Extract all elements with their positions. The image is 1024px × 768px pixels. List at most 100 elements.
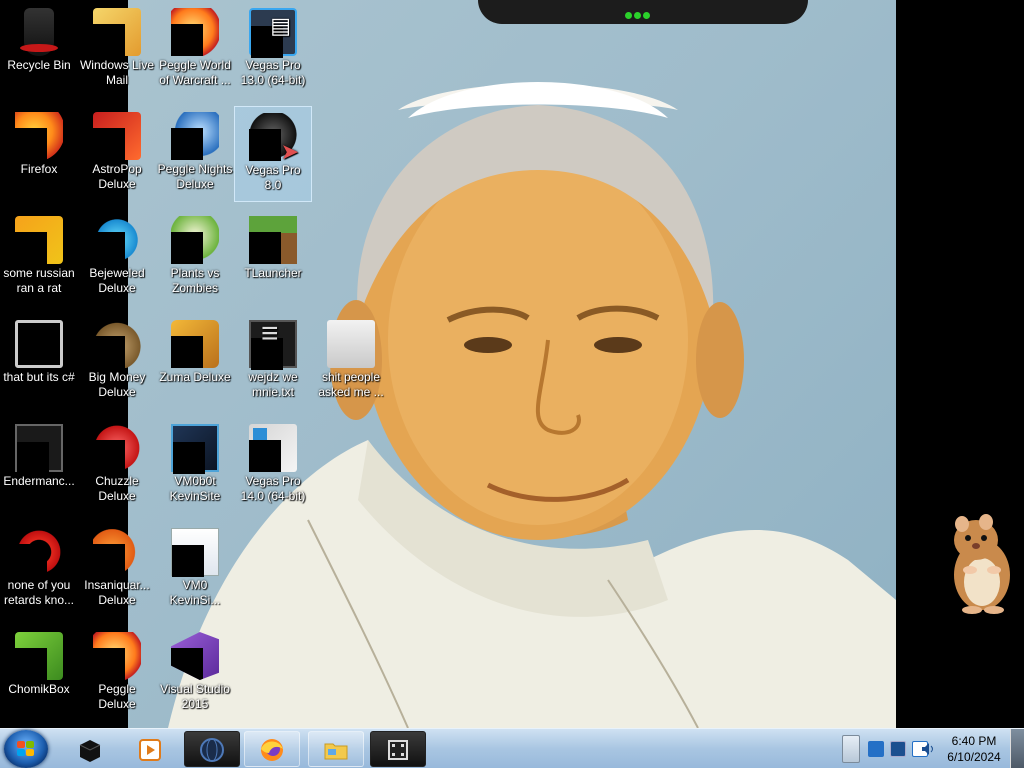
redaction-box	[249, 129, 281, 161]
desktop-icon-label: Vegas Pro 8.0	[245, 163, 301, 192]
top-gadget	[478, 0, 808, 24]
desktop-icon-label: shit people asked me ...	[318, 370, 384, 399]
taskbar: 6:40 PM 6/10/2024	[0, 728, 1024, 768]
redaction-box	[15, 544, 47, 576]
opera-icon	[15, 528, 63, 576]
redaction-box	[249, 232, 281, 264]
firefox-icon	[261, 739, 283, 761]
taskbar-clock[interactable]: 6:40 PM 6/10/2024	[934, 733, 1014, 765]
windows-live-mail-icon	[93, 8, 141, 56]
desktop-icon[interactable]: Endermanc...	[0, 418, 78, 514]
desktop-icon-label: Insaniquar... Deluxe	[84, 578, 150, 607]
desktop-icon[interactable]: Vegas Pro 8.0	[234, 106, 312, 202]
desktop-icon[interactable]: VM0b0t KevinSite	[156, 418, 234, 514]
show-desktop-button[interactable]	[1010, 729, 1024, 768]
desktop-icon-label: Peggle Deluxe	[98, 682, 136, 711]
desktop-icon[interactable]: VM0 KevinSi...	[156, 522, 234, 618]
redaction-box	[93, 440, 125, 472]
clock-time: 6:40 PM	[951, 734, 997, 748]
desktop-icon-label: some russian ran a rat	[3, 266, 75, 295]
redaction-box	[93, 336, 125, 368]
notification-arrow-icon[interactable]	[842, 735, 860, 763]
redaction-box	[17, 442, 49, 474]
desktop-icon-label: VM0b0t KevinSite	[169, 474, 221, 503]
desktop-icon-label: Peggle World of Warcraft ...	[159, 58, 231, 87]
desktop-icon-label: ChomikBox	[8, 682, 70, 696]
enderman-icon	[15, 424, 63, 474]
redaction-box	[251, 26, 283, 58]
desktop-icon-label: Vegas Pro 13.0 (64-bit)	[240, 58, 306, 87]
hamster-pet-icon[interactable]	[940, 510, 1020, 615]
desktop-icon-label: VM0 KevinSi...	[169, 578, 221, 607]
chuzzle-icon	[93, 424, 141, 472]
desktop-icon[interactable]: Big Money Deluxe	[78, 314, 156, 410]
led-indicator-icon	[624, 6, 654, 19]
desktop-icon[interactable]: Bejeweled Deluxe	[78, 210, 156, 306]
desktop-icon-label: Peggle Nights Deluxe	[157, 162, 233, 191]
redaction-box	[171, 232, 203, 264]
film-strip-icon	[388, 740, 408, 760]
astropop-icon	[93, 112, 141, 160]
desktop-icon[interactable]: none of you retards kno...	[0, 522, 78, 618]
desktop-icon[interactable]: some russian ran a rat	[0, 210, 78, 306]
desktop-icon[interactable]: Recycle Bin	[0, 2, 78, 98]
taskbar-firefox[interactable]	[244, 731, 300, 767]
desktop-icon[interactable]: Vegas Pro 13.0 (64-bit)	[234, 2, 312, 98]
folder-icon	[327, 320, 375, 368]
desktop-icon[interactable]: ChomikBox	[0, 626, 78, 722]
insaniquarium-icon	[93, 528, 141, 576]
redaction-box	[173, 442, 205, 474]
desktop-icon-label: TLauncher	[244, 266, 302, 280]
redaction-box	[249, 440, 281, 472]
media-player-icon	[139, 739, 161, 761]
desktop-icon[interactable]: Visual Studio 2015	[156, 626, 234, 722]
taskbar-media-player[interactable]	[122, 731, 178, 767]
black-cube-icon	[79, 740, 101, 762]
desktop-icon[interactable]: Firefox	[0, 106, 78, 202]
desktop-icon[interactable]: wejdz we mnie.txt	[234, 314, 312, 410]
tray-app-icon[interactable]	[868, 741, 884, 757]
dark-globe-icon	[200, 738, 224, 762]
taskbar-app-globe[interactable]	[184, 731, 240, 767]
plants-vs-zombies-icon	[171, 216, 219, 264]
big-money-icon	[93, 320, 141, 368]
firefox-icon	[15, 112, 63, 160]
visual-studio-icon	[171, 632, 219, 680]
desktop-icon[interactable]: Peggle World of Warcraft ...	[156, 2, 234, 98]
taskbar-explorer[interactable]	[308, 731, 364, 767]
desktop-icon[interactable]: that but its c#	[0, 314, 78, 410]
desktop-icon-label: that but its c#	[3, 370, 75, 384]
network-icon[interactable]	[890, 741, 906, 757]
desktop-icon[interactable]: Zuma Deluxe	[156, 314, 234, 410]
zuma-icon	[171, 320, 219, 368]
desktop-icon[interactable]: Vegas Pro 14.0 (64-bit)	[234, 418, 312, 514]
desktop-icon[interactable]: Peggle Deluxe	[78, 626, 156, 722]
redaction-box	[171, 648, 203, 680]
desktop-icon[interactable]: Chuzzle Deluxe	[78, 418, 156, 514]
redaction-box	[172, 545, 204, 577]
desktop-icon[interactable]: Windows Live Mail	[78, 2, 156, 98]
desktop-icon-label: Recycle Bin	[7, 58, 71, 72]
desktop-icon[interactable]: Insaniquar... Deluxe	[78, 522, 156, 618]
taskbar-vegas[interactable]	[370, 731, 426, 767]
vegas-pro-13-icon	[249, 8, 297, 58]
desktop-icon[interactable]: TLauncher	[234, 210, 312, 306]
taskbar-black-app[interactable]	[62, 731, 118, 767]
redaction-box	[93, 544, 125, 576]
redaction-box	[93, 232, 125, 264]
explorer-folder-icon	[324, 743, 348, 760]
clock-date: 6/10/2024	[947, 750, 1001, 764]
desktop-icon-label: Chuzzle Deluxe	[95, 474, 139, 503]
peggle-wow-icon	[171, 8, 219, 56]
desktop-icon[interactable]: Plants vs Zombies	[156, 210, 234, 306]
windows-start-icon[interactable]	[4, 730, 48, 768]
desktop-icon[interactable]: shit people asked me ...	[312, 314, 390, 410]
desktop-icon-label: wejdz we mnie.txt	[248, 370, 298, 399]
desktop-icon-label: none of you retards kno...	[3, 578, 75, 607]
redaction-box	[171, 24, 203, 56]
desktop-icon-label: Firefox	[20, 162, 58, 176]
desktop-icon-label: Plants vs Zombies	[170, 266, 220, 295]
desktop-icon[interactable]: Peggle Nights Deluxe	[156, 106, 234, 202]
desktop-icon[interactable]: AstroPop Deluxe	[78, 106, 156, 202]
desktop-icon-label: Big Money Deluxe	[88, 370, 146, 399]
